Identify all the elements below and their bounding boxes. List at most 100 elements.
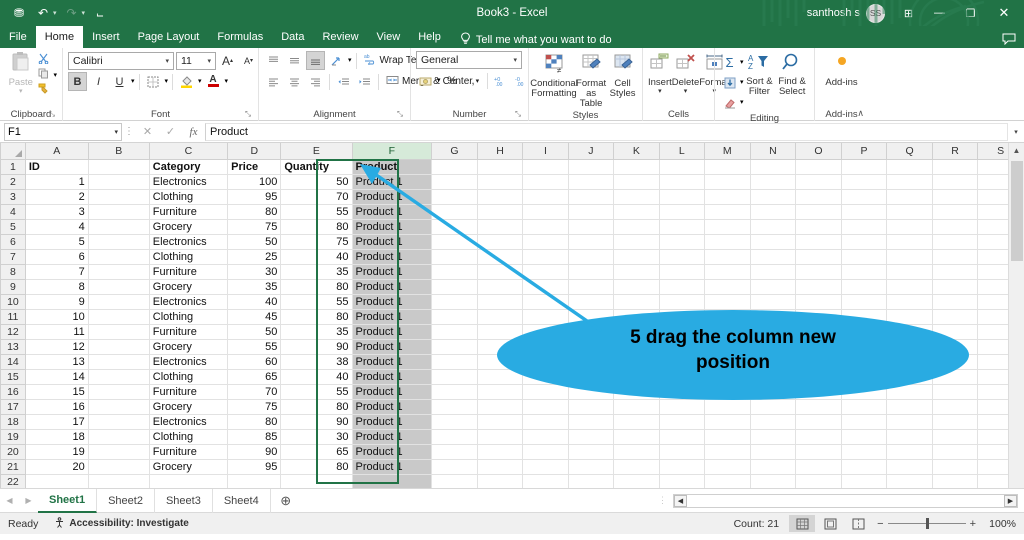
cell-C8[interactable]: Furniture xyxy=(149,264,227,279)
underline-dropdown-icon[interactable]: ▾ xyxy=(131,78,135,85)
cell-A10[interactable]: 9 xyxy=(25,294,88,309)
cell-M11[interactable] xyxy=(704,309,750,324)
cell-M20[interactable] xyxy=(704,444,750,459)
cell-F6[interactable]: Product 1 xyxy=(352,234,432,249)
cell-Q20[interactable] xyxy=(887,444,933,459)
column-header-a[interactable]: A xyxy=(25,143,88,159)
cell-F13[interactable]: Product 1 xyxy=(352,339,432,354)
cell-N6[interactable] xyxy=(750,234,796,249)
cell-J12[interactable] xyxy=(568,324,613,339)
cell-L22[interactable] xyxy=(659,474,704,488)
name-box-dropdown-icon[interactable]: ▾ xyxy=(114,128,118,136)
cell-Q10[interactable] xyxy=(887,294,933,309)
cell-D15[interactable]: 65 xyxy=(228,369,281,384)
cell-P4[interactable] xyxy=(841,204,886,219)
cell-O7[interactable] xyxy=(796,249,842,264)
cell-B11[interactable] xyxy=(88,309,149,324)
cell-M19[interactable] xyxy=(704,429,750,444)
cell-M3[interactable] xyxy=(704,189,750,204)
cell-I5[interactable] xyxy=(523,219,568,234)
cell-K7[interactable] xyxy=(614,249,659,264)
cell-styles-button[interactable]: Cell Styles xyxy=(608,51,637,99)
cell-C19[interactable]: Clothing xyxy=(149,429,227,444)
cell-A6[interactable]: 5 xyxy=(25,234,88,249)
tab-page-layout[interactable]: Page Layout xyxy=(129,26,209,48)
cell-P1[interactable] xyxy=(841,159,886,174)
cell-J22[interactable] xyxy=(568,474,613,488)
cell-H1[interactable] xyxy=(477,159,523,174)
table-row[interactable]: 1817Electronics8090Product 1 xyxy=(1,414,1024,429)
number-format-dropdown-icon[interactable]: ▾ xyxy=(511,56,519,64)
column-header-d[interactable]: D xyxy=(228,143,281,159)
cell-D6[interactable]: 50 xyxy=(228,234,281,249)
table-row[interactable]: 1413Electronics6038Product 1 xyxy=(1,354,1024,369)
cell-F22[interactable] xyxy=(352,474,432,488)
conditional-formatting-button[interactable]: ≠ Conditional Formatting xyxy=(534,51,574,99)
column-header-f[interactable]: F xyxy=(352,143,432,159)
cell-C5[interactable]: Grocery xyxy=(149,219,227,234)
cell-J1[interactable] xyxy=(568,159,613,174)
cell-O19[interactable] xyxy=(796,429,842,444)
cell-J10[interactable] xyxy=(568,294,613,309)
cell-F4[interactable]: Product 1 xyxy=(352,204,432,219)
cell-H2[interactable] xyxy=(477,174,523,189)
cell-R3[interactable] xyxy=(932,189,978,204)
cell-M2[interactable] xyxy=(704,174,750,189)
cell-F17[interactable]: Product 1 xyxy=(352,399,432,414)
cell-B21[interactable] xyxy=(88,459,149,474)
cell-O9[interactable] xyxy=(796,279,842,294)
cell-P16[interactable] xyxy=(841,384,886,399)
cell-I17[interactable] xyxy=(523,399,568,414)
cell-G9[interactable] xyxy=(432,279,478,294)
spreadsheet-grid[interactable]: ABCDEFGHIJKLMNOPQRS 1IDCategoryPriceQuan… xyxy=(0,143,1024,488)
cell-B6[interactable] xyxy=(88,234,149,249)
cell-M5[interactable] xyxy=(704,219,750,234)
cell-O21[interactable] xyxy=(796,459,842,474)
cell-H5[interactable] xyxy=(477,219,523,234)
cell-N16[interactable] xyxy=(750,384,796,399)
cell-A2[interactable]: 1 xyxy=(25,174,88,189)
cell-I19[interactable] xyxy=(523,429,568,444)
cell-G6[interactable] xyxy=(432,234,478,249)
cell-R16[interactable] xyxy=(932,384,978,399)
undo-dropdown-icon[interactable]: ▾ xyxy=(53,9,59,17)
cell-F3[interactable]: Product 1 xyxy=(352,189,432,204)
cell-C17[interactable]: Grocery xyxy=(149,399,227,414)
cell-A18[interactable]: 17 xyxy=(25,414,88,429)
cell-M4[interactable] xyxy=(704,204,750,219)
cell-P10[interactable] xyxy=(841,294,886,309)
row-header-15[interactable]: 15 xyxy=(1,369,26,384)
scroll-right-icon[interactable]: ▶ xyxy=(1004,495,1017,507)
align-top-icon[interactable] xyxy=(264,51,283,70)
row-header-20[interactable]: 20 xyxy=(1,444,26,459)
cell-K3[interactable] xyxy=(614,189,659,204)
cell-L5[interactable] xyxy=(659,219,704,234)
cell-J17[interactable] xyxy=(568,399,613,414)
cell-E21[interactable]: 80 xyxy=(281,459,352,474)
cell-A9[interactable]: 8 xyxy=(25,279,88,294)
cell-A4[interactable]: 3 xyxy=(25,204,88,219)
cell-K6[interactable] xyxy=(614,234,659,249)
cell-H6[interactable] xyxy=(477,234,523,249)
cell-O5[interactable] xyxy=(796,219,842,234)
table-row[interactable]: 1312Grocery5590Product 1 xyxy=(1,339,1024,354)
cell-Q18[interactable] xyxy=(887,414,933,429)
cell-R19[interactable] xyxy=(932,429,978,444)
cell-F10[interactable]: Product 1 xyxy=(352,294,432,309)
zoom-track[interactable] xyxy=(888,523,966,524)
cell-F21[interactable]: Product 1 xyxy=(352,459,432,474)
cell-N1[interactable] xyxy=(750,159,796,174)
cell-K12[interactable] xyxy=(614,324,659,339)
tab-file[interactable]: File xyxy=(0,26,36,48)
cell-I11[interactable] xyxy=(523,309,568,324)
cell-L10[interactable] xyxy=(659,294,704,309)
cell-R21[interactable] xyxy=(932,459,978,474)
cell-I16[interactable] xyxy=(523,384,568,399)
cell-Q6[interactable] xyxy=(887,234,933,249)
cell-C4[interactable]: Furniture xyxy=(149,204,227,219)
cancel-icon[interactable]: ✕ xyxy=(136,125,159,138)
ribbon-display-options-icon[interactable]: ⊞ xyxy=(893,0,924,26)
cell-M10[interactable] xyxy=(704,294,750,309)
cell-B1[interactable] xyxy=(88,159,149,174)
cell-L4[interactable] xyxy=(659,204,704,219)
